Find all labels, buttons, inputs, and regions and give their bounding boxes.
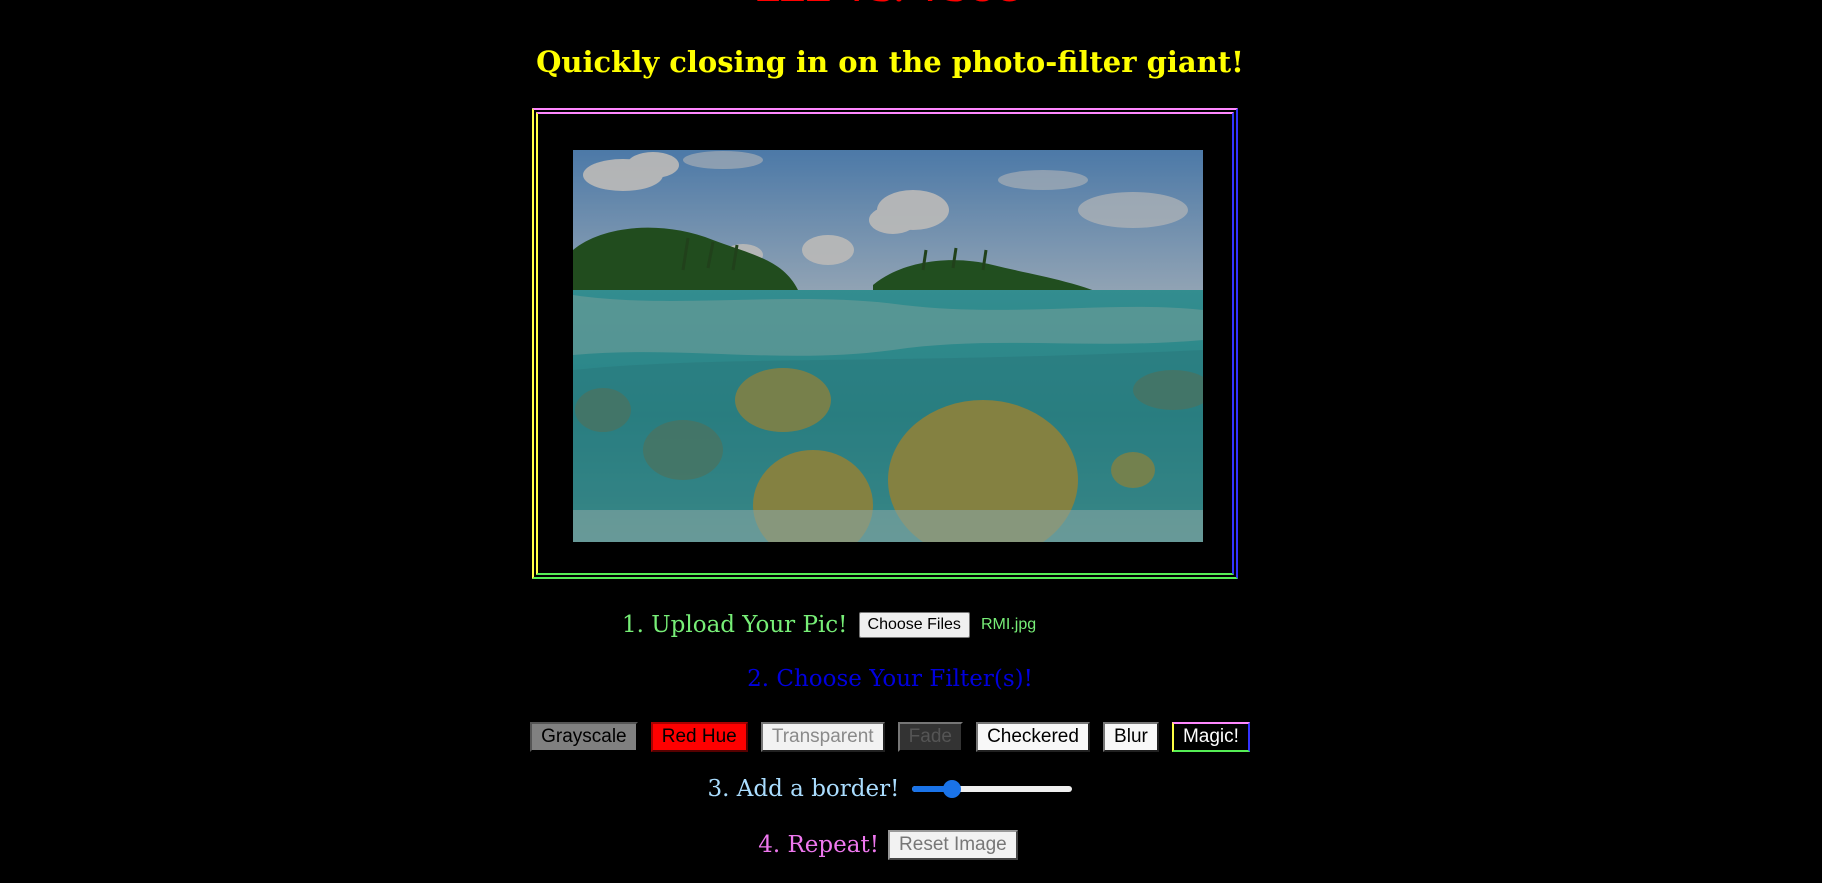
checkered-filter-button[interactable]: Checkered bbox=[976, 722, 1090, 752]
step1-label: 1. Upload Your Pic! bbox=[622, 612, 848, 638]
tropical-reef-photo bbox=[573, 150, 1203, 542]
red-hue-filter-button[interactable]: Red Hue bbox=[650, 722, 748, 752]
photo-illustration bbox=[573, 150, 1203, 542]
choose-files-button[interactable]: Choose Files bbox=[858, 612, 970, 638]
step4-label: 4. Repeat! bbox=[758, 832, 879, 858]
step3-label: 3. Add a border! bbox=[707, 776, 900, 802]
transparent-filter-button[interactable]: Transparent bbox=[760, 722, 885, 752]
magic-filter-button[interactable]: Magic! bbox=[1171, 722, 1250, 752]
blur-filter-button[interactable]: Blur bbox=[1103, 722, 1159, 752]
filter-buttons-row: Grayscale Red Hue Transparent Fade Check… bbox=[0, 722, 1780, 752]
fade-filter-button[interactable]: Fade bbox=[897, 722, 963, 752]
filters-heading-row: 2. Choose Your Filter(s)! bbox=[0, 666, 1780, 692]
tagline: Quickly closing in on the photo-filter g… bbox=[536, 45, 1244, 79]
selected-file-name: RMI.jpg bbox=[980, 616, 1037, 633]
repeat-row: 4. Repeat! Reset Image bbox=[0, 830, 1780, 860]
reset-image-button[interactable]: Reset Image bbox=[888, 830, 1018, 860]
border-row: 3. Add a border! bbox=[0, 776, 1780, 802]
step2-label: 2. Choose Your Filter(s)! bbox=[747, 666, 1033, 692]
page-title: LEE VS. VSCO bbox=[0, 0, 1780, 10]
border-width-slider[interactable] bbox=[912, 779, 1073, 799]
slider-track bbox=[912, 786, 1073, 792]
image-canvas-frame bbox=[532, 108, 1238, 579]
slider-thumb[interactable] bbox=[943, 780, 962, 798]
grayscale-filter-button[interactable]: Grayscale bbox=[530, 722, 638, 752]
